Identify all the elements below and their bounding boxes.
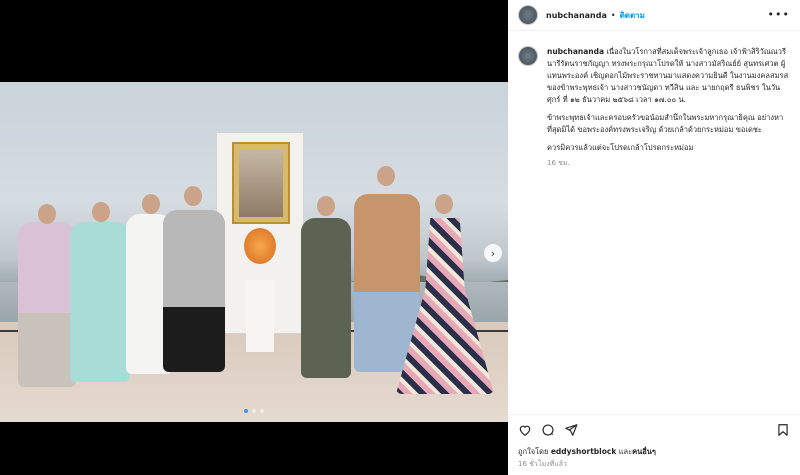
caption-text: nubchananda เนื่องในวโรกาสที่สมเด็จพระเจ… [547,46,792,169]
person-5 [301,218,351,378]
person-5-head [317,196,335,216]
instagram-post-modal: › nubchananda • ติดตาม ••• nubchananda เ… [0,0,800,475]
action-bar [508,414,800,443]
carousel-dots [244,409,264,413]
liked-by-text: ถูกใจโดย eddyshortblock และคนอื่นๆ [518,446,656,458]
post-side-panel: nubchananda • ติดตาม ••• nubchananda เนื… [508,0,800,475]
caption-paragraph-3: ควรมิควรแล้วแต่จะโปรดเกล้าโปรดกระหม่อม [547,143,694,152]
caption-username[interactable]: nubchananda [547,47,604,56]
pedestal [246,280,274,352]
carousel-dot-2 [252,409,256,413]
carousel-next-button[interactable]: › [484,244,502,262]
post-header: nubchananda • ติดตาม ••• [508,0,800,31]
liked-by-others[interactable]: คนอื่นๆ [632,447,656,456]
author-avatar[interactable] [518,5,538,25]
carousel-dot-1 [244,409,248,413]
post-timestamp: 16 ชั่วโมงที่แล้ว [518,460,567,468]
person-2 [70,222,130,382]
caption-timestamp: 16 ชม. [547,159,570,167]
person-4 [163,210,225,372]
share-icon[interactable] [564,423,578,437]
chevron-right-icon: › [490,246,496,260]
bookmark-icon[interactable] [776,423,790,437]
liked-by-suffix: และ [616,447,633,456]
caption-avatar[interactable] [518,46,538,66]
post-photo[interactable] [0,82,508,422]
caption-paragraph-2: ข้าพระพุทธเจ้าและครอบครัวขอน้อมสำนึกในพร… [547,113,784,134]
post-media-area: › [0,0,508,475]
person-7-head [435,194,453,214]
carousel-dot-3 [260,409,264,413]
author-username[interactable]: nubchananda [546,11,607,20]
person-2-head [92,202,110,222]
heart-icon[interactable] [518,423,532,437]
more-icon[interactable]: ••• [768,8,790,21]
separator-dot: • [610,10,616,20]
flower-arrangement [244,228,276,264]
follow-button[interactable]: ติดตาม [620,9,645,22]
post-caption: nubchananda เนื่องในวโรกาสที่สมเด็จพระเจ… [518,46,792,169]
person-6-head [377,166,395,186]
person-4-head [184,186,202,206]
liked-by-prefix: ถูกใจโดย [518,447,551,456]
person-1-head [38,204,56,224]
royal-portrait [232,142,290,224]
comment-icon[interactable] [541,423,555,437]
person-1 [18,222,76,387]
person-3-head [142,194,160,214]
liked-by-user[interactable]: eddyshortblock [551,447,616,456]
